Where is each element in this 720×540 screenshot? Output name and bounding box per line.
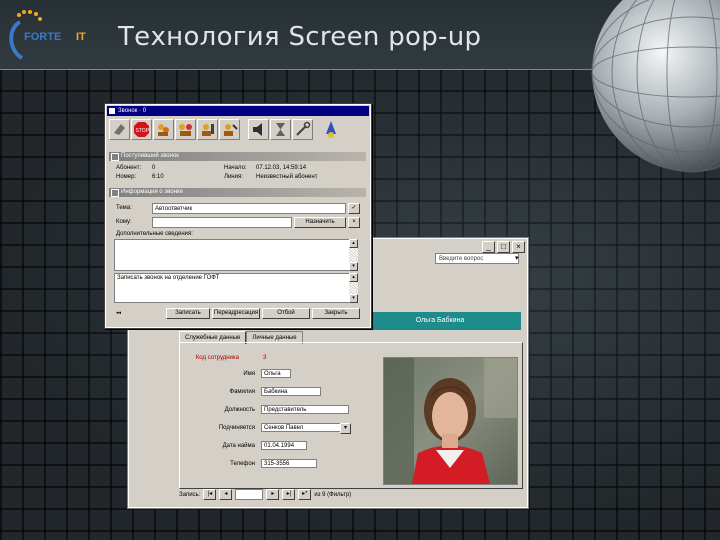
record-navigator: Запись: |◂ ◂ ▸ ▸| ▸* из 9 (Фильтр) — [179, 489, 351, 500]
code-label: Код сотрудника — [195, 355, 239, 361]
section-title: Информация о звонке — [121, 189, 183, 195]
code-value: 3 — [263, 355, 267, 361]
note-textarea[interactable]: Записать звонок на отделение ГОФТ — [114, 273, 358, 303]
svg-text:STOP: STOP — [136, 128, 150, 134]
section-icon — [111, 189, 119, 197]
people-icon — [202, 124, 214, 136]
people-icon — [179, 124, 192, 136]
employee-name-banner: Ольга Бабкина — [359, 312, 521, 330]
new-record-button[interactable]: ▸* — [298, 489, 312, 500]
number-value: 6:10 — [152, 174, 164, 180]
recipient-field[interactable] — [152, 217, 292, 228]
subscriber-label: Абонент: — [116, 165, 142, 171]
field-label: Имя — [243, 371, 255, 377]
hangup-button[interactable]: Отбой — [262, 308, 310, 319]
time-label: Начало: — [224, 165, 247, 171]
field-label: Фамилия — [229, 389, 255, 395]
hourglass-icon — [276, 123, 285, 136]
topic-label: Тема: — [116, 205, 132, 211]
field-label: Дата найма — [222, 443, 255, 449]
field-label: Подчиняется — [218, 425, 255, 431]
hold-button[interactable] — [197, 119, 218, 140]
svg-text:FORTE: FORTE — [24, 31, 61, 43]
wrench-icon — [296, 121, 311, 136]
minimize-button[interactable]: _ — [482, 241, 495, 253]
scroll-up-icon[interactable]: ▴ — [349, 273, 358, 282]
section-title: Поступивший звонок — [121, 153, 179, 159]
scroll-down-icon[interactable]: ▾ — [349, 262, 358, 271]
employee-photo — [383, 357, 518, 485]
comment-label: Дополнительные сведения: — [116, 231, 193, 237]
close-button[interactable]: × — [512, 241, 525, 253]
speaker-button[interactable] — [248, 119, 269, 140]
chevron-down-icon[interactable]: ▾ — [515, 253, 523, 264]
svg-text:IT: IT — [76, 31, 86, 43]
phone-button[interactable] — [109, 119, 130, 140]
comment-textarea[interactable] — [114, 239, 358, 271]
call-info-section: Информация о звонке — [109, 188, 366, 197]
people-icon — [224, 124, 238, 136]
slide-title: Технология Screen pop-up — [118, 22, 482, 52]
first-name-field[interactable]: Ольга — [261, 369, 291, 378]
globe-icon — [591, 0, 720, 173]
wizard-icon — [326, 121, 336, 138]
confirm-icon[interactable]: ✓ — [348, 203, 360, 214]
scroll-up-icon[interactable]: ▴ — [349, 239, 358, 248]
help-search-input[interactable]: Введите вопрос — [435, 253, 519, 264]
speaker-icon — [253, 123, 262, 136]
prev-record-button[interactable]: ◂ — [219, 489, 233, 500]
conference-button[interactable] — [175, 119, 196, 140]
record-label: Запись: — [179, 491, 201, 498]
stop-button[interactable]: STOP — [131, 119, 152, 140]
number-label: Номер: — [116, 174, 137, 180]
popup-toolbar: STOP — [109, 119, 342, 140]
wizard-button[interactable] — [321, 119, 342, 140]
last-record-button[interactable]: ▸| — [282, 489, 296, 500]
subscriber-value: 0 — [152, 165, 156, 171]
to-label: Кому: — [116, 219, 132, 225]
position-field[interactable]: Представитель — [261, 405, 349, 414]
section-icon — [111, 153, 119, 161]
timer-button[interactable] — [270, 119, 291, 140]
assign-button[interactable]: Назначить — [294, 217, 346, 228]
close-icon[interactable]: × — [348, 217, 360, 228]
record-count: из 9 (Фильтр) — [314, 491, 352, 498]
pickup-button[interactable] — [219, 119, 240, 140]
reports-to-select[interactable]: Сенков Павел — [261, 423, 349, 432]
field-label: Телефон — [230, 461, 255, 467]
window-controls: _ □ × — [482, 241, 525, 253]
tools-button[interactable] — [292, 119, 313, 140]
screen-popup-window: Звонок · 0 STOP Поступивший звонок Абоне… — [105, 104, 371, 328]
line-value: Неизвестный абонент — [256, 174, 318, 180]
phone-field[interactable]: 315-3556 — [261, 459, 317, 468]
next-record-button[interactable]: ▸ — [266, 489, 280, 500]
line-label: Линия: — [224, 174, 243, 180]
phone-icon — [114, 124, 125, 135]
record-number-input[interactable] — [235, 489, 264, 500]
status-icon: ◂◂ — [116, 310, 122, 316]
record-button[interactable]: Записать — [166, 308, 210, 319]
close-button[interactable]: Закрыть — [312, 308, 360, 319]
first-record-button[interactable]: |◂ — [203, 489, 217, 500]
forte-it-logo: FORTE IT — [9, 10, 86, 60]
scrollbar[interactable]: ▴ ▾ — [349, 273, 358, 303]
restore-button[interactable]: □ — [497, 241, 510, 253]
stop-icon: STOP — [134, 122, 150, 137]
last-name-field[interactable]: Бабкина — [261, 387, 321, 396]
redirect-button[interactable]: Переадресация — [212, 308, 260, 319]
topic-field[interactable]: Автоответчик — [152, 203, 346, 214]
field-label: Должность — [224, 407, 255, 413]
popup-titlebar: Звонок · 0 — [107, 106, 369, 116]
scroll-down-icon[interactable]: ▾ — [349, 294, 358, 303]
people-icon — [158, 124, 169, 136]
chevron-down-icon[interactable]: ▾ — [340, 423, 351, 434]
hire-date-field[interactable]: 01.04.1994 — [261, 441, 307, 450]
incoming-call-section: Поступивший звонок — [109, 152, 366, 161]
transfer-button[interactable] — [153, 119, 174, 140]
phone-icon — [109, 108, 115, 114]
scrollbar[interactable]: ▴ ▾ — [349, 239, 358, 271]
time-value: 07.12.03, 14:59:14 — [256, 165, 307, 171]
